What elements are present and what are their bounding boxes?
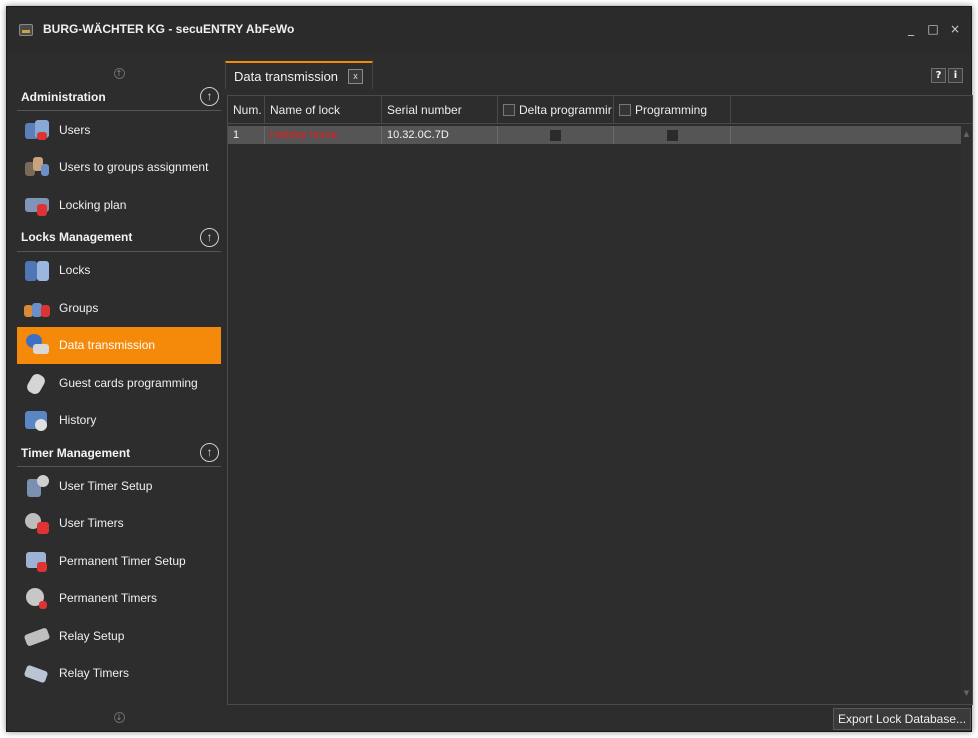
sidebar-item-permanent-timer-setup[interactable]: Permanent Timer Setup	[17, 542, 221, 580]
section-header-locks-management: Locks Management ↑	[17, 224, 221, 252]
collapse-section-icon[interactable]: ↑	[200, 443, 219, 462]
collapse-section-icon[interactable]: ↑	[200, 227, 219, 247]
help-button[interactable]: ?	[931, 68, 946, 83]
user-timer-setup-icon	[23, 473, 51, 499]
column-header-programming[interactable]: Programming	[614, 96, 731, 124]
sidebar-item-groups[interactable]: Groups	[17, 289, 221, 327]
relay-timers-icon	[23, 660, 51, 686]
delta-programming-checkbox[interactable]	[550, 129, 561, 141]
sidebar-item-locks[interactable]: Locks	[17, 252, 221, 290]
scroll-down-arrow-icon[interactable]: ▼	[961, 688, 972, 699]
grid-header: Num. Name of lock Serial number Delta pr…	[228, 96, 972, 124]
column-label: Num.	[233, 103, 262, 117]
sidebar-item-relay-timers[interactable]: Relay Timers	[17, 655, 221, 693]
sidebar-item-label: Relay Setup	[59, 628, 125, 643]
export-lock-database-button[interactable]: Export Lock Database...	[833, 708, 971, 730]
column-header-delta-programming[interactable]: Delta programmir	[498, 96, 614, 124]
section-header-timer-management: Timer Management ↑	[17, 439, 221, 467]
window-controls: _ □ ×	[903, 21, 963, 37]
close-button[interactable]: ×	[947, 21, 963, 37]
data-transmission-icon	[23, 332, 51, 358]
column-header-name-of-lock[interactable]: Name of lock	[265, 96, 382, 124]
cell-delta-programming	[498, 126, 614, 144]
delta-programming-header-checkbox[interactable]	[503, 104, 515, 116]
sidebar-item-label: Data transmission	[59, 338, 156, 353]
sidebar-item-label: Locking plan	[59, 197, 127, 212]
tab-data-transmission[interactable]: Data transmission x	[225, 61, 373, 89]
locks-grid: Num. Name of lock Serial number Delta pr…	[227, 95, 973, 705]
history-icon	[23, 407, 51, 433]
collapse-section-icon[interactable]: ↑	[200, 87, 219, 106]
sidebar-item-label: Permanent Timer Setup	[59, 553, 186, 568]
section-title: Timer Management	[21, 445, 131, 460]
sidebar-item-label: History	[59, 413, 97, 428]
locking-plan-icon	[23, 192, 51, 218]
app-logo-icon	[19, 24, 33, 36]
column-label: Name of lock	[270, 103, 341, 117]
sidebar-item-permanent-timers[interactable]: Permanent Timers	[17, 580, 221, 618]
sidebar: ↑ Administration ↑ Users Users to groups…	[17, 63, 221, 723]
cell-serial-number: 10.32.0C.7D	[382, 126, 498, 144]
sidebar-item-users-groups-assignment[interactable]: Users to groups assignment	[17, 149, 221, 187]
arrow-up-icon: ↑	[113, 67, 125, 79]
permanent-timers-icon	[23, 585, 51, 611]
sidebar-item-label: Relay Timers	[59, 666, 130, 681]
sidebar-item-label: Locks	[59, 263, 91, 278]
programming-header-checkbox[interactable]	[619, 104, 631, 116]
sidebar-item-label: User Timers	[59, 516, 124, 531]
column-label: Delta programmir	[519, 103, 612, 117]
guest-card-icon	[23, 370, 51, 396]
tab-close-button[interactable]: x	[348, 68, 364, 84]
column-label: Serial number	[387, 103, 462, 117]
help-buttons: ? i	[931, 68, 963, 83]
sidebar-item-label: Groups	[59, 300, 99, 315]
scroll-up-arrow-icon[interactable]: ▲	[961, 129, 972, 140]
arrow-down-icon: ↓	[113, 711, 125, 723]
programming-checkbox[interactable]	[666, 129, 678, 141]
sidebar-item-relay-setup[interactable]: Relay Setup	[17, 617, 221, 655]
section-title: Locks Management	[21, 230, 133, 244]
sidebar-item-label: Permanent Timers	[59, 591, 158, 606]
grid-vertical-scrollbar[interactable]: ▲ ▼	[961, 125, 972, 703]
groups-icon	[23, 295, 51, 321]
maximize-button[interactable]: □	[925, 21, 941, 37]
tab-bar: Data transmission x ? i	[223, 61, 971, 89]
cell-programming	[614, 126, 731, 144]
sidebar-item-data-transmission[interactable]: Data transmission	[17, 326, 221, 364]
column-header-num[interactable]: Num.	[228, 96, 265, 124]
sidebar-item-history[interactable]: History	[17, 402, 221, 440]
table-row[interactable]: 1 Holiday home 10.32.0C.7D	[228, 126, 961, 144]
sidebar-item-label: Users to groups assignment	[59, 160, 209, 175]
sidebar-item-label: Guest cards programming	[59, 375, 198, 390]
minimize-button[interactable]: _	[903, 21, 919, 37]
users-icon	[23, 117, 51, 143]
locks-icon	[23, 257, 51, 283]
tab-label: Data transmission	[234, 68, 339, 84]
info-button[interactable]: i	[948, 68, 963, 83]
sidebar-scroll-down[interactable]: ↓	[17, 707, 221, 727]
column-header-filler	[731, 96, 972, 124]
title-bar: BURG-WÄCHTER KG - secuENTRY AbFeWo _ □ ×	[7, 7, 971, 53]
sidebar-item-label: Users	[59, 122, 91, 137]
sidebar-scroll-up[interactable]: ↑	[17, 63, 221, 83]
sidebar-item-locking-plan[interactable]: Locking plan	[17, 186, 221, 224]
sidebar-item-user-timer-setup[interactable]: User Timer Setup	[17, 467, 221, 505]
user-timers-icon	[23, 510, 51, 536]
app-window: BURG-WÄCHTER KG - secuENTRY AbFeWo _ □ ×…	[6, 6, 973, 732]
relay-setup-icon	[23, 623, 51, 649]
section-title: Administration	[21, 89, 106, 104]
sidebar-item-users[interactable]: Users	[17, 111, 221, 149]
column-label: Programming	[635, 103, 708, 117]
sidebar-item-user-timers[interactable]: User Timers	[17, 505, 221, 543]
section-header-administration: Administration ↑	[17, 83, 221, 111]
cell-filler	[731, 126, 961, 144]
users-groups-assignment-icon	[23, 154, 51, 180]
sidebar-item-guest-cards-programming[interactable]: Guest cards programming	[17, 364, 221, 402]
cell-name-of-lock: Holiday home	[265, 126, 382, 144]
sidebar-item-label: User Timer Setup	[59, 478, 153, 493]
cell-num: 1	[228, 126, 265, 144]
window-title: BURG-WÄCHTER KG - secuENTRY AbFeWo	[43, 22, 295, 36]
column-header-serial-number[interactable]: Serial number	[382, 96, 498, 124]
permanent-timer-setup-icon	[23, 548, 51, 574]
